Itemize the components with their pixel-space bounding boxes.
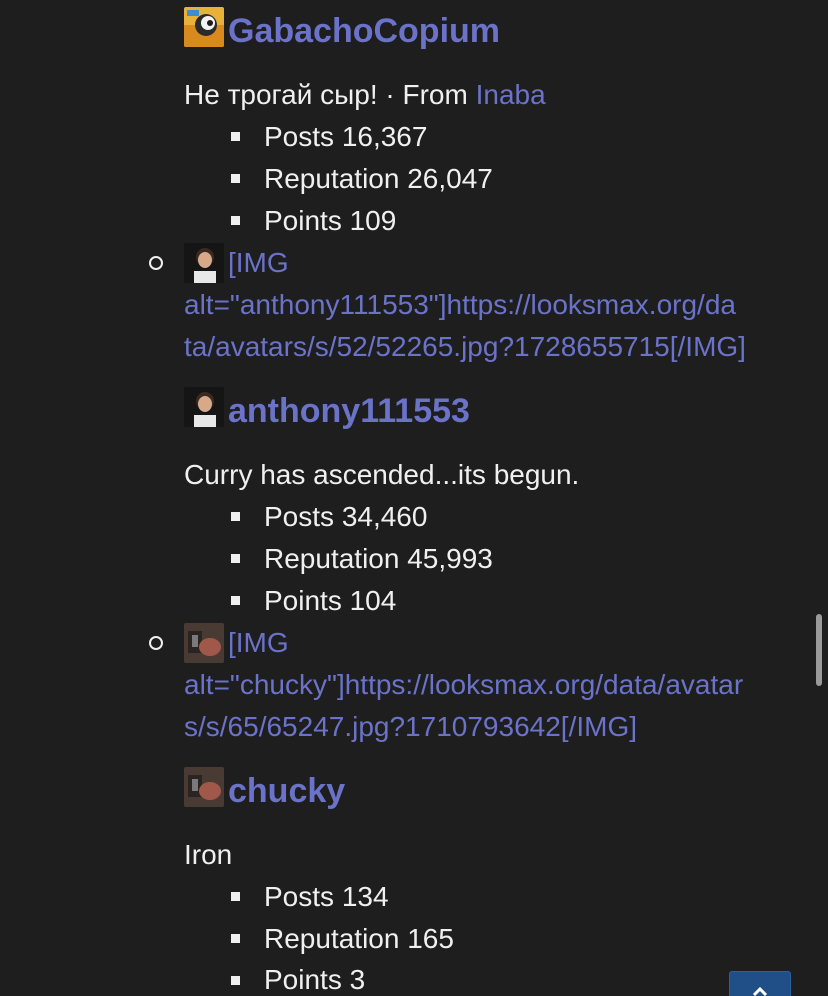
stat-label: Reputation — [264, 543, 400, 574]
list-circle-icon — [149, 256, 163, 270]
stat-posts: Posts 16,367 — [264, 116, 427, 158]
image-link-text[interactable]: [IMG — [228, 627, 289, 658]
stat-value: 16,367 — [341, 121, 428, 152]
username-link[interactable]: chucky — [228, 770, 345, 812]
list-circle-icon — [149, 636, 163, 650]
chevron-up-icon — [752, 986, 768, 996]
image-link-text[interactable]: alt="chucky"]https://looksmax.org/data/a… — [184, 669, 743, 700]
stat-label: Posts — [264, 501, 335, 532]
stat-points: Points 109 — [264, 200, 396, 242]
stat-points: Points 3 — [264, 959, 365, 996]
scroll-to-top-button[interactable] — [729, 971, 791, 996]
stat-posts: Posts 34,460 — [264, 496, 427, 538]
stat-value: 3 — [349, 964, 366, 995]
avatar[interactable] — [184, 387, 224, 427]
bullet-icon — [231, 596, 240, 605]
bullet-icon — [231, 934, 240, 943]
image-link[interactable]: [IMG — [228, 622, 289, 664]
image-link[interactable]: alt="chucky"]https://looksmax.org/data/a… — [184, 664, 743, 706]
user-title: Не трогай сыр! · From Inaba — [184, 74, 546, 116]
stat-value: 104 — [349, 585, 397, 616]
stat-label: Points — [264, 205, 342, 236]
stat-value: 34,460 — [341, 501, 428, 532]
stat-value: 45,993 — [407, 543, 493, 574]
stat-reputation: Reputation 26,047 — [264, 158, 493, 200]
user-tagline: Не трогай сыр! — [184, 79, 378, 110]
stat-label: Points — [264, 585, 342, 616]
bullet-icon — [231, 892, 240, 901]
stat-value: 109 — [349, 205, 397, 236]
stat-value: 165 — [407, 923, 454, 954]
bullet-icon — [231, 554, 240, 563]
image-link-text[interactable]: alt="anthony111553"]https://looksmax.org… — [184, 289, 736, 320]
image-link[interactable]: [IMG — [228, 242, 289, 284]
image-link-text[interactable]: ta/avatars/s/52/52265.jpg?1728655715[/IM… — [184, 331, 746, 362]
username-link[interactable]: GabachoCopium — [228, 10, 500, 52]
bullet-icon — [231, 216, 240, 225]
bullet-icon — [231, 976, 240, 985]
stat-points: Points 104 — [264, 580, 396, 622]
avatar[interactable] — [184, 623, 224, 663]
bullet-icon — [231, 512, 240, 521]
stat-value: 26,047 — [407, 163, 493, 194]
image-link[interactable]: ta/avatars/s/52/52265.jpg?1728655715[/IM… — [184, 326, 746, 368]
stat-label: Posts — [264, 121, 335, 152]
location-separator: · From — [377, 79, 476, 110]
bullet-icon — [231, 132, 240, 141]
stat-label: Reputation — [264, 163, 400, 194]
avatar[interactable] — [184, 767, 224, 807]
user-title: Iron — [184, 839, 233, 870]
image-link-text[interactable]: [IMG — [228, 247, 289, 278]
vertical-scrollbar[interactable] — [816, 614, 822, 686]
stat-reputation: Reputation 45,993 — [264, 538, 493, 580]
stat-value: 134 — [341, 881, 389, 912]
avatar[interactable] — [184, 243, 224, 283]
stat-posts: Posts 134 — [264, 876, 389, 918]
stat-label: Posts — [264, 881, 335, 912]
bullet-icon — [231, 174, 240, 183]
stat-label: Reputation — [264, 923, 400, 954]
avatar[interactable] — [184, 7, 224, 47]
username-link[interactable]: anthony111553 — [228, 390, 470, 432]
user-title: Curry has ascended...its begun. — [184, 459, 580, 490]
stat-reputation: Reputation 165 — [264, 918, 454, 960]
image-link[interactable]: s/s/65/65247.jpg?1710793642[/IMG] — [184, 706, 637, 748]
stat-label: Points — [264, 964, 342, 995]
image-link[interactable]: alt="anthony111553"]https://looksmax.org… — [184, 284, 736, 326]
image-link-text[interactable]: s/s/65/65247.jpg?1710793642[/IMG] — [184, 711, 637, 742]
location-link[interactable]: Inaba — [476, 79, 546, 110]
